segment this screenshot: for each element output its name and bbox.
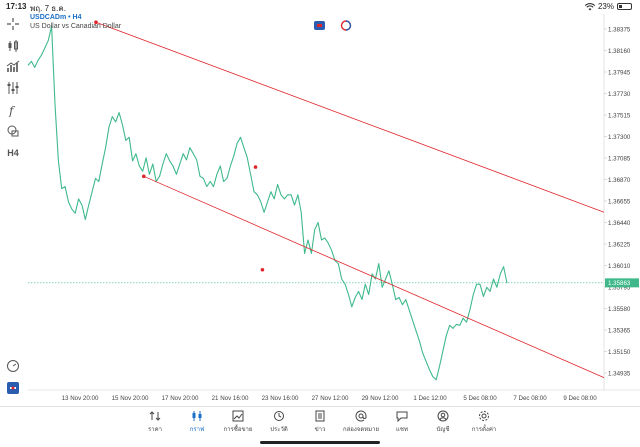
y-tick-label: 1.35150 [608, 349, 631, 356]
one-click-trading-mark [317, 24, 322, 27]
nav-chat[interactable]: แชท [381, 410, 423, 434]
battery-percent: 23% [597, 2, 614, 11]
nav-label: การตั้งค่า [471, 427, 497, 433]
x-tick-label: 17 Nov 20:00 [162, 395, 199, 402]
candles-icon [192, 411, 202, 421]
nav-label: แชท [396, 427, 408, 433]
y-tick-label: 1.34935 [608, 370, 631, 377]
nav-label: กราฟ [189, 427, 205, 433]
y-tick-label: 1.35365 [608, 327, 631, 334]
y-tick-label: 1.38375 [608, 26, 631, 33]
timeframe-h4-button[interactable]: H4 [5, 145, 21, 161]
x-tick-label: 27 Nov 12:00 [312, 395, 349, 402]
nav-quotes[interactable]: ราคา [134, 410, 176, 434]
y-tick-label: 1.36440 [608, 220, 631, 227]
symbol-ticker[interactable]: USDCADm • H4 [30, 14, 81, 21]
crosshair-icon[interactable] [5, 16, 21, 32]
y-tick-label: 1.37300 [608, 134, 631, 141]
x-tick-label: 15 Nov 20:00 [112, 395, 149, 402]
mailbox-icon [355, 410, 367, 422]
wifi-icon [584, 2, 595, 10]
x-tick-label: 9 Dec 08:00 [563, 395, 597, 402]
shapes-icon[interactable] [5, 123, 21, 139]
x-tick-label: 1 Dec 12:00 [413, 395, 447, 402]
bottom-nav: ราคา กราฟ การซื้อขาย ประวัติ ข่าว กล่องจ… [0, 406, 640, 447]
y-tick-label: 1.36870 [608, 177, 631, 184]
nav-label: การซื้อขาย [223, 427, 253, 433]
status-time: 17:13 [6, 2, 27, 11]
status-bar: 17:13 พฤ. 7 ธ.ค. 23% [0, 0, 640, 14]
y-tick-label: 1.36010 [608, 263, 631, 270]
nav-history[interactable]: ประวัติ [258, 410, 300, 434]
trend-chart-icon [232, 410, 244, 422]
y-tick-label: 1.36225 [608, 241, 631, 248]
nav-label: ราคา [148, 427, 162, 433]
broker-logo-icon[interactable] [5, 380, 21, 396]
speedometer-icon[interactable] [5, 358, 21, 374]
svg-text:f: f [8, 104, 16, 117]
nav-trade[interactable]: การซื้อขาย [217, 410, 259, 434]
battery-fill [619, 5, 622, 8]
nav-label: กล่องจดหมาย [342, 427, 380, 433]
x-tick-label: 13 Nov 20:00 [62, 395, 99, 402]
nav-account[interactable]: บัญชี [422, 410, 464, 434]
trend-line-1 [95, 21, 605, 213]
trend-line-anchor-point [260, 268, 265, 272]
x-tick-label: 23 Nov 16:00 [262, 395, 299, 402]
y-tick-label: 1.37515 [608, 112, 631, 119]
home-indicator[interactable] [260, 441, 380, 444]
symbol-description: US Dollar vs Canadian Dollar [30, 23, 122, 30]
price-series-line [27, 25, 508, 381]
nav-mailbox[interactable]: กล่องจดหมาย [340, 410, 382, 434]
trend-line-2 [143, 175, 605, 379]
status-right: 23% [584, 2, 632, 11]
x-tick-label: 21 Nov 16:00 [212, 395, 249, 402]
x-tick-label: 7 Dec 08:00 [513, 395, 547, 402]
chart-area[interactable]: 1.38375 1.38160 1.37945 1.37730 1.37515 1.373… [0, 14, 640, 406]
price-chart[interactable]: 1.38375 1.38160 1.37945 1.37730 1.37515 1.373… [0, 14, 640, 406]
chat-icon [396, 411, 408, 422]
x-tick-label: 29 Nov 12:00 [362, 395, 399, 402]
y-tick-label: 1.37945 [608, 69, 631, 76]
y-tick-label: 1.35580 [608, 306, 631, 313]
indicators-icon[interactable] [5, 59, 21, 75]
sliders-icon[interactable] [5, 80, 21, 96]
nav-chart[interactable]: กราฟ [176, 410, 218, 434]
nav-settings[interactable]: การตั้งค่า [463, 410, 505, 434]
y-tick-label: 1.37730 [608, 91, 631, 98]
trend-line-anchor-point [253, 165, 258, 169]
x-tick-label: 5 Dec 08:00 [463, 395, 497, 402]
current-price-label: 1.35863 [608, 280, 631, 287]
account-icon [437, 410, 449, 422]
y-tick-label: 1.38160 [608, 48, 631, 55]
function-icon[interactable]: f [5, 102, 21, 118]
battery-icon [617, 3, 632, 10]
y-tick-label: 1.37085 [608, 155, 631, 162]
news-icon [315, 410, 325, 422]
nav-news[interactable]: ข่าว [299, 410, 341, 434]
y-tick-label: 1.36655 [608, 198, 631, 205]
nav-label: บัญชี [436, 427, 450, 433]
candlestick-type-icon[interactable] [5, 38, 21, 54]
nav-label: ประวัติ [270, 427, 288, 433]
nav-label: ข่าว [314, 427, 326, 433]
history-icon [274, 411, 284, 421]
left-toolbar: f H4 [0, 14, 26, 408]
settings-icon [479, 411, 489, 421]
arrows-updown-icon [149, 411, 161, 421]
trend-line-anchor-point [141, 174, 146, 179]
